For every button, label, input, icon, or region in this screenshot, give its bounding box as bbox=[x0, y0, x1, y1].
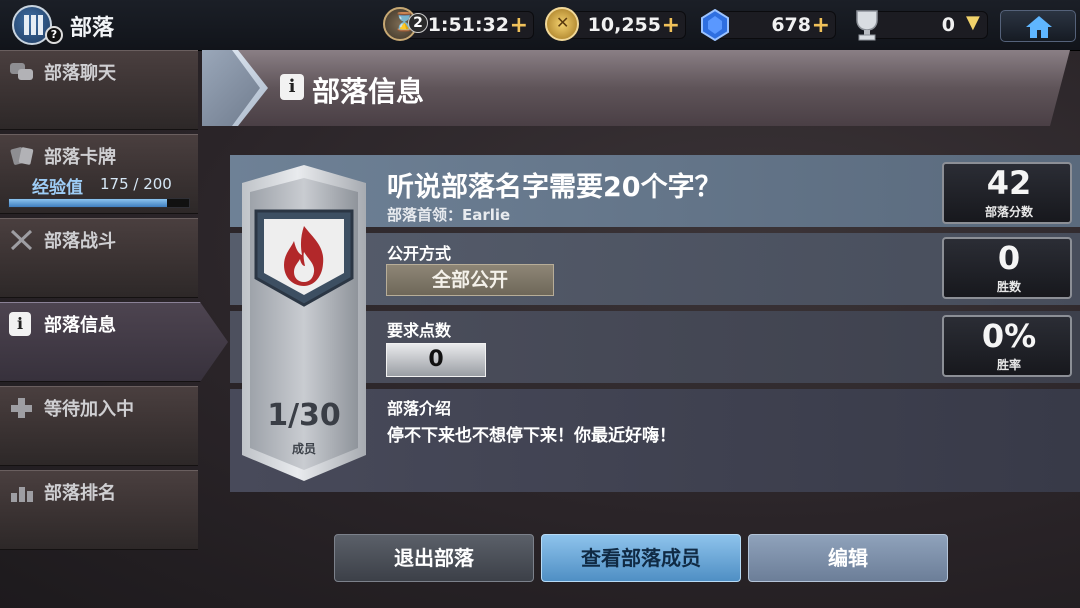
gem-add-button[interactable]: + bbox=[812, 13, 830, 38]
sidebar: 部落聊天 部落卡牌 经验值 175 / 200 部落战斗 i 部落信息 等待加入… bbox=[0, 50, 228, 608]
clan-name: 听说部落名字需要20个字？ bbox=[387, 172, 722, 203]
clan-score-stat: 42 部落分数 bbox=[942, 162, 1072, 224]
leave-clan-button[interactable]: 退出部落 bbox=[334, 534, 534, 582]
ranking-icon bbox=[11, 487, 33, 502]
sidebar-item-label: 部落排名 bbox=[44, 483, 116, 504]
info-icon: i bbox=[9, 312, 31, 336]
winrate-value: 0% bbox=[981, 317, 1037, 355]
member-count: 1/30 bbox=[267, 398, 341, 433]
page-title: 部落 bbox=[70, 16, 115, 41]
exp-progress-bar bbox=[8, 198, 190, 208]
intro-text: 停不下来也不想停下来！你最近好嗨！ bbox=[387, 426, 676, 446]
sidebar-item-pending-join[interactable]: 等待加入中 bbox=[0, 386, 198, 466]
exp-label: 经验值 bbox=[32, 178, 83, 198]
timer-count-badge: 2 bbox=[408, 13, 428, 33]
sidebar-item-clan-ranking[interactable]: 部落排名 bbox=[0, 470, 198, 550]
winrate-stat: 0% 胜率 bbox=[942, 315, 1072, 377]
clan-leader: 部落首领：Earlie bbox=[387, 206, 511, 224]
access-label: 公开方式 bbox=[387, 244, 452, 263]
chevron-down-icon[interactable]: ▼ bbox=[966, 12, 980, 33]
trophy-value: 0 bbox=[941, 14, 955, 36]
home-button[interactable] bbox=[1000, 10, 1076, 42]
wins-value: 0 bbox=[997, 239, 1021, 277]
banner-icon bbox=[24, 15, 43, 35]
clan-score-value: 42 bbox=[986, 164, 1032, 202]
gold-add-button[interactable]: + bbox=[662, 13, 680, 38]
required-points-label: 要求点数 bbox=[387, 321, 452, 340]
gem-value: 678 bbox=[771, 14, 811, 36]
cards-icon bbox=[10, 147, 34, 165]
trophy-icon bbox=[856, 10, 878, 41]
wins-stat: 0 胜数 bbox=[942, 237, 1072, 299]
home-icon bbox=[1026, 16, 1052, 38]
clan-emblem[interactable] bbox=[253, 208, 355, 308]
member-label: 成员 bbox=[291, 442, 316, 456]
sidebar-item-label: 部落聊天 bbox=[44, 63, 116, 84]
winrate-label: 胜率 bbox=[996, 358, 1021, 372]
access-value: 全部公开 bbox=[386, 264, 554, 296]
exp-progress-fill bbox=[9, 199, 167, 207]
sidebar-item-clan-chat[interactable]: 部落聊天 bbox=[0, 50, 198, 130]
section-title: 部落信息 bbox=[312, 75, 425, 108]
sidebar-item-clan-battle[interactable]: 部落战斗 bbox=[0, 218, 198, 298]
edit-button[interactable]: 编辑 bbox=[748, 534, 948, 582]
required-points-value: 0 bbox=[386, 343, 486, 377]
clan-score-label: 部落分数 bbox=[984, 205, 1033, 219]
sidebar-item-label: 部落信息 bbox=[44, 315, 116, 336]
sidebar-item-label: 部落战斗 bbox=[44, 231, 116, 252]
gem-icon bbox=[701, 9, 729, 41]
gold-coin-icon: ✕ bbox=[545, 7, 579, 41]
chat-icon bbox=[10, 63, 33, 80]
sidebar-item-clan-cards[interactable]: 部落卡牌 经验值 175 / 200 bbox=[0, 134, 198, 214]
view-members-button[interactable]: 查看部落成员 bbox=[541, 534, 741, 582]
sidebar-item-clan-info[interactable]: i 部落信息 bbox=[0, 302, 228, 382]
crossed-swords-icon bbox=[10, 229, 33, 251]
wins-label: 胜数 bbox=[996, 280, 1021, 294]
info-icon: i bbox=[280, 74, 304, 100]
exp-value: 175 / 200 bbox=[100, 175, 172, 193]
gold-value: 10,255 bbox=[587, 14, 661, 36]
sidebar-item-label: 部落卡牌 bbox=[44, 147, 116, 168]
sidebar-item-label: 等待加入中 bbox=[44, 399, 134, 420]
gem-resource: 678 + bbox=[712, 11, 836, 39]
timer-add-button[interactable]: + bbox=[510, 13, 528, 38]
help-badge[interactable]: ? bbox=[45, 26, 63, 44]
intro-label: 部落介绍 bbox=[387, 399, 452, 418]
plus-icon bbox=[11, 398, 32, 418]
top-bar: ? 部落 1:51:32 + ⌛ 2 10,255 + ✕ 678 + 0 ▼ bbox=[0, 0, 1080, 51]
timer-value: 1:51:32 bbox=[427, 14, 509, 36]
